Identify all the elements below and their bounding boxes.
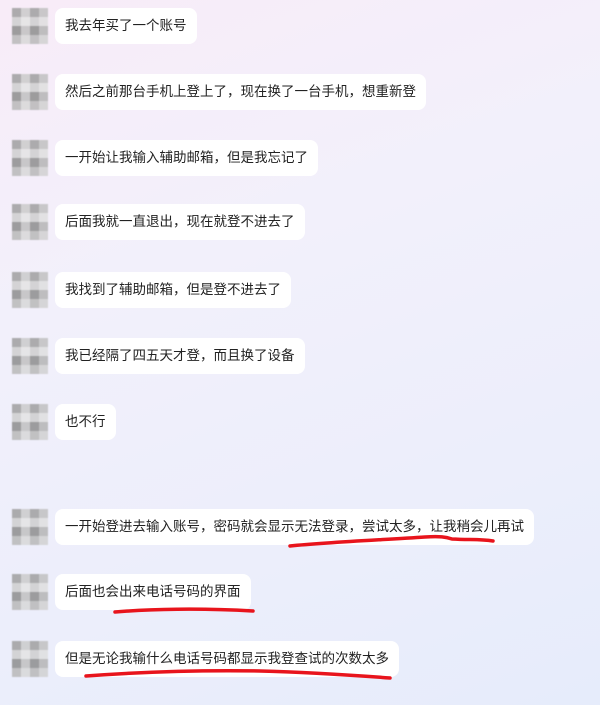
- message-bubble[interactable]: 一开始登进去输入账号，密码就会显示无法登录，尝试太多，让我稍会儿再试: [55, 509, 534, 545]
- avatar[interactable]: [12, 8, 48, 44]
- avatar[interactable]: [12, 74, 48, 110]
- avatar[interactable]: [12, 509, 48, 545]
- chat-history: 我去年买了一个账号 然后之前那台手机上登上了，现在换了一台手机，想重新登 一开始…: [0, 0, 600, 705]
- avatar[interactable]: [12, 641, 48, 677]
- message-bubble[interactable]: 我去年买了一个账号: [55, 8, 197, 44]
- avatar[interactable]: [12, 204, 48, 240]
- message-bubble[interactable]: 我已经隔了四五天才登，而且换了设备: [55, 338, 305, 374]
- message-bubble[interactable]: 后面也会出来电话号码的界面: [55, 574, 251, 610]
- avatar[interactable]: [12, 338, 48, 374]
- avatar[interactable]: [12, 574, 48, 610]
- avatar[interactable]: [12, 272, 48, 308]
- avatar[interactable]: [12, 404, 48, 440]
- message-bubble[interactable]: 然后之前那台手机上登上了，现在换了一台手机，想重新登: [55, 74, 426, 110]
- message-bubble[interactable]: 但是无论我输什么电话号码都显示我登查试的次数太多: [55, 641, 399, 677]
- message-bubble[interactable]: 也不行: [55, 404, 116, 440]
- avatar[interactable]: [12, 140, 48, 176]
- message-bubble[interactable]: 后面我就一直退出，现在就登不进去了: [55, 204, 305, 240]
- message-bubble[interactable]: 一开始让我输入辅助邮箱，但是我忘记了: [55, 140, 318, 176]
- message-bubble[interactable]: 我找到了辅助邮箱，但是登不进去了: [55, 272, 291, 308]
